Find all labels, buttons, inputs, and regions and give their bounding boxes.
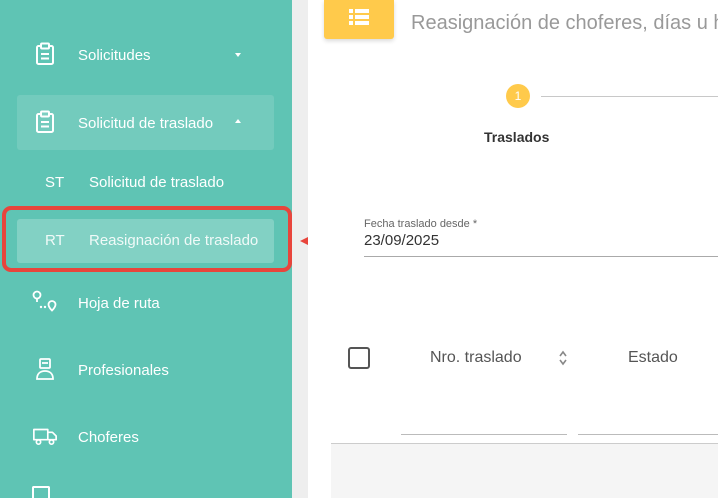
annotation-highlight-box bbox=[2, 206, 292, 272]
sidebar-item-label: Hoja de ruta bbox=[78, 295, 160, 312]
column-header-estado[interactable]: Estado bbox=[628, 349, 678, 367]
stepper-step-1[interactable]: 1 bbox=[506, 84, 530, 108]
chevron-up-icon bbox=[235, 119, 241, 123]
table-body bbox=[331, 444, 718, 498]
van-icon bbox=[32, 423, 58, 449]
sidebar-item-choferes[interactable]: Choferes bbox=[0, 414, 292, 458]
subitem-label: Solicitud de traslado bbox=[89, 174, 225, 191]
sidebar: Solicitudes Solicitud de traslado ST Sol… bbox=[0, 0, 292, 498]
stepper-step-label: Traslados bbox=[484, 129, 550, 145]
sidebar-item-hoja-de-ruta[interactable]: Hoja de ruta bbox=[0, 280, 292, 324]
date-field-underline bbox=[364, 256, 718, 257]
sidebar-item-label: Choferes bbox=[78, 429, 139, 446]
filter-estado[interactable] bbox=[578, 434, 718, 435]
clipboard-icon bbox=[32, 41, 58, 67]
sidebar-item-label: Solicitudes bbox=[78, 47, 151, 64]
sidebar-item-solicitudes[interactable]: Solicitudes bbox=[0, 32, 292, 76]
subitem-abbr: ST bbox=[45, 174, 65, 191]
sidebar-item-label: Profesionales bbox=[78, 362, 169, 379]
sidebar-subitem-st[interactable]: ST Solicitud de traslado bbox=[17, 161, 274, 205]
route-icon bbox=[32, 289, 58, 315]
title-badge bbox=[324, 0, 394, 39]
page-title: Reasignación de choferes, días u h bbox=[411, 12, 718, 34]
list-icon bbox=[348, 8, 370, 31]
clipboard-icon bbox=[32, 109, 58, 135]
professional-icon bbox=[32, 356, 58, 382]
sidebar-item-partial[interactable] bbox=[32, 486, 50, 498]
date-field-label: Fecha traslado desde * bbox=[364, 218, 478, 230]
column-header-nro-traslado[interactable]: Nro. traslado bbox=[430, 349, 522, 367]
date-from-field[interactable] bbox=[364, 232, 704, 249]
sidebar-item-profesionales[interactable]: Profesionales bbox=[0, 347, 292, 391]
sidebar-item-label: Solicitud de traslado bbox=[78, 115, 214, 132]
chevron-down-icon bbox=[235, 53, 241, 57]
stepper-connector bbox=[541, 96, 718, 97]
sidebar-item-solicitud-de-traslado[interactable]: Solicitud de traslado bbox=[0, 100, 292, 144]
select-all-checkbox[interactable] bbox=[348, 347, 370, 369]
main-card bbox=[308, 0, 718, 498]
sort-icon[interactable] bbox=[558, 349, 568, 367]
filter-nro-traslado[interactable] bbox=[401, 434, 567, 435]
